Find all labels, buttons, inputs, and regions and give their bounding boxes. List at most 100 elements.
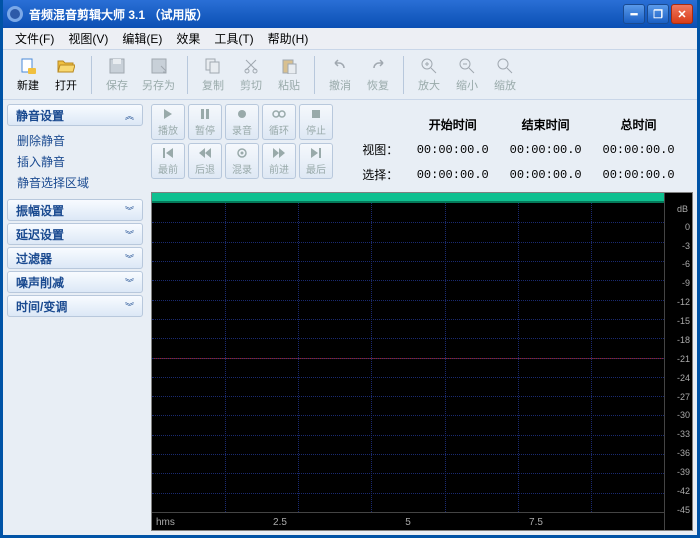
record-button[interactable]: 录音 — [225, 104, 259, 140]
mix-button[interactable]: 混录 — [225, 143, 259, 179]
chevron-down-icon: ︾ — [125, 204, 134, 217]
start-time-header: 开始时间 — [406, 112, 499, 137]
play-button[interactable]: 播放 — [151, 104, 185, 140]
sel-start: 00:00:00.0 — [406, 162, 499, 187]
timeline-bar[interactable] — [152, 193, 664, 203]
file-new-icon — [19, 57, 37, 75]
minimize-button[interactable]: ━ — [623, 4, 645, 24]
skip-last-icon — [311, 146, 321, 160]
undo-icon — [331, 57, 349, 75]
chevron-down-icon: ︾ — [125, 252, 134, 265]
zoomfit-button[interactable]: 缩放 — [488, 55, 522, 95]
pause-button[interactable]: 暂停 — [188, 104, 222, 140]
rewind-icon — [199, 146, 211, 160]
record-icon — [237, 107, 247, 121]
menu-edit[interactable]: 编辑(E) — [116, 28, 168, 49]
toolbar-separator — [314, 56, 315, 94]
redo-icon — [369, 57, 387, 75]
sel-total: 00:00:00.0 — [592, 162, 685, 187]
loop-icon — [272, 107, 286, 121]
menu-tools[interactable]: 工具(T) — [208, 28, 259, 49]
folder-open-icon — [57, 57, 75, 75]
zoomin-button[interactable]: 放大 — [412, 55, 446, 95]
back-button[interactable]: 后退 — [188, 143, 222, 179]
accordion-delay[interactable]: 延迟设置︾ — [7, 223, 143, 245]
stop-button[interactable]: 停止 — [299, 104, 333, 140]
view-total: 00:00:00.0 — [592, 137, 685, 162]
saveas-icon — [150, 57, 168, 75]
toolbar-separator — [187, 56, 188, 94]
total-time-header: 总时间 — [592, 112, 685, 137]
open-button[interactable]: 打开 — [49, 55, 83, 95]
chevron-down-icon: ︾ — [125, 276, 134, 289]
app-icon — [7, 6, 23, 22]
menu-file[interactable]: 文件(F) — [9, 28, 60, 49]
toolbar-separator — [403, 56, 404, 94]
fastforward-icon — [273, 146, 285, 160]
menu-view[interactable]: 视图(V) — [62, 28, 114, 49]
accordion-noise[interactable]: 噪声削减︾ — [7, 271, 143, 293]
zoom-out-icon — [458, 57, 476, 75]
saveas-button[interactable]: 另存为 — [138, 55, 179, 95]
time-info: 开始时间结束时间总时间 视图：00:00:00.000:00:00.000:00… — [343, 104, 693, 187]
view-end: 00:00:00.0 — [499, 137, 592, 162]
chevron-down-icon: ︾ — [125, 228, 134, 241]
time-unit-label: hms — [156, 517, 175, 528]
mix-icon — [236, 146, 248, 160]
app-window: 音频混音剪辑大师 3.1 （试用版） ━ ❐ ✕ 文件(F) 视图(V) 编辑(… — [0, 0, 700, 538]
accordion-time[interactable]: 时间/变调︾ — [7, 295, 143, 317]
close-button[interactable]: ✕ — [671, 4, 693, 24]
skip-first-icon — [163, 146, 173, 160]
sidebar-item-insert-silence[interactable]: 插入静音 — [17, 153, 143, 170]
sidebar: 静音设置︽ 删除静音 插入静音 静音选择区域 振幅设置︾ 延迟设置︾ 过滤器︾ … — [3, 100, 147, 535]
new-button[interactable]: 新建 — [11, 55, 45, 95]
sel-end: 00:00:00.0 — [499, 162, 592, 187]
zoomout-button[interactable]: 缩小 — [450, 55, 484, 95]
db-scale: dB 0-3-6-9-12-15-18-21-24-27-30-33-36-39… — [664, 193, 692, 530]
loop-button[interactable]: 循环 — [262, 104, 296, 140]
sidebar-item-delete-silence[interactable]: 删除静音 — [17, 132, 143, 149]
accordion-filter[interactable]: 过滤器︾ — [7, 247, 143, 269]
undo-button[interactable]: 撤消 — [323, 55, 357, 95]
accordion-silence[interactable]: 静音设置︽ — [7, 104, 143, 126]
cut-button[interactable]: 剪切 — [234, 55, 268, 95]
chevron-down-icon: ︾ — [125, 300, 134, 313]
silence-panel: 删除静音 插入静音 静音选择区域 — [7, 128, 143, 197]
save-button[interactable]: 保存 — [100, 55, 134, 95]
menu-effects[interactable]: 效果 — [170, 28, 206, 49]
paste-icon — [280, 57, 298, 75]
zoom-fit-icon — [496, 57, 514, 75]
view-start: 00:00:00.0 — [406, 137, 499, 162]
time-scale: hms 2.557.5 — [152, 512, 664, 530]
forward-button[interactable]: 前进 — [262, 143, 296, 179]
accordion-amplitude[interactable]: 振幅设置︾ — [7, 199, 143, 221]
db-unit-label: dB — [677, 204, 688, 214]
last-button[interactable]: 最后 — [299, 143, 333, 179]
toolbar: 新建 打开 保存 另存为 复制 剪切 粘贴 撤消 恢复 放大 缩小 缩放 — [3, 50, 697, 100]
cut-icon — [242, 57, 260, 75]
window-title: 音频混音剪辑大师 3.1 （试用版） — [29, 6, 623, 23]
menu-help[interactable]: 帮助(H) — [262, 28, 315, 49]
zoom-in-icon — [420, 57, 438, 75]
stop-icon — [311, 107, 321, 121]
window-buttons: ━ ❐ ✕ — [623, 4, 693, 24]
view-label: 视图： — [351, 137, 406, 162]
waveform-grid — [152, 203, 664, 512]
menubar: 文件(F) 视图(V) 编辑(E) 效果 工具(T) 帮助(H) — [3, 28, 697, 50]
copy-icon — [204, 57, 222, 75]
paste-button[interactable]: 粘贴 — [272, 55, 306, 95]
sidebar-item-mute-selection[interactable]: 静音选择区域 — [17, 174, 143, 191]
transport-controls: 播放 暂停 录音 循环 停止 最前 后退 混录 前进 最后 — [151, 104, 333, 187]
copy-button[interactable]: 复制 — [196, 55, 230, 95]
redo-button[interactable]: 恢复 — [361, 55, 395, 95]
save-icon — [108, 57, 126, 75]
first-button[interactable]: 最前 — [151, 143, 185, 179]
maximize-button[interactable]: ❐ — [647, 4, 669, 24]
pause-icon — [200, 107, 210, 121]
waveform-display[interactable]: hms 2.557.5 dB 0-3-6-9-12-15-18-21-24-27… — [151, 192, 693, 531]
play-icon — [163, 107, 173, 121]
titlebar: 音频混音剪辑大师 3.1 （试用版） ━ ❐ ✕ — [3, 0, 697, 28]
toolbar-separator — [91, 56, 92, 94]
chevron-up-icon: ︽ — [125, 109, 134, 122]
main-panel: 播放 暂停 录音 循环 停止 最前 后退 混录 前进 最后 — [147, 100, 697, 535]
